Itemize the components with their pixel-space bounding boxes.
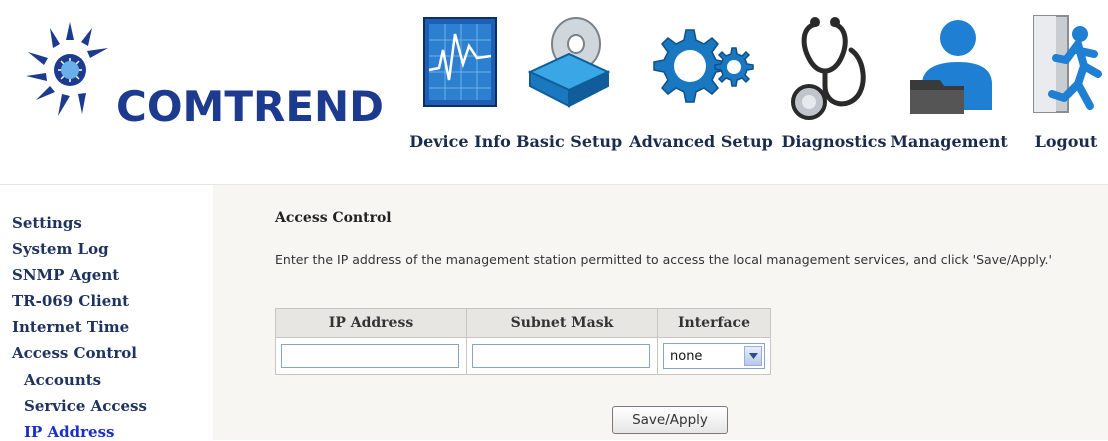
sidebar-item-accounts[interactable]: Accounts [24, 371, 101, 389]
stethoscope-icon [789, 10, 879, 124]
sidebar-item-settings[interactable]: Settings [12, 214, 82, 232]
nav-management[interactable]: Management [890, 8, 1008, 158]
sidebar-item-ip-address[interactable]: IP Address [24, 423, 114, 441]
sidebar-item-internet-time[interactable]: Internet Time [12, 318, 129, 336]
chevron-down-icon [749, 353, 758, 359]
dropdown-button[interactable] [744, 346, 762, 366]
sidebar-item-snmp-agent[interactable]: SNMP Agent [12, 266, 119, 284]
nav-label-diagnostics: Diagnostics [781, 132, 887, 151]
interface-cell: none [657, 337, 771, 375]
table-row: none [275, 337, 771, 375]
comtrend-logo: COMTREND [22, 18, 385, 148]
logo-wordmark: COMTREND [116, 82, 385, 131]
nav-label-basic-setup: Basic Setup [516, 132, 623, 151]
exit-icon [1028, 10, 1104, 124]
header: COMTREND Device Info Basic Setup Advance… [0, 0, 1108, 185]
nav-device-info[interactable]: Device Info [406, 8, 514, 158]
mask-cell [466, 337, 658, 375]
nav-label-device-info: Device Info [409, 132, 511, 151]
subnet-mask-input[interactable] [472, 344, 650, 368]
save-apply-button[interactable]: Save/Apply [612, 406, 728, 434]
sidebar-item-tr069-client[interactable]: TR-069 Client [12, 292, 129, 310]
user-folder-icon [904, 10, 994, 124]
header-interface: Interface [657, 308, 771, 338]
chart-icon [423, 10, 497, 114]
nav-basic-setup[interactable]: Basic Setup [516, 8, 622, 158]
header-subnet-mask: Subnet Mask [466, 308, 658, 338]
gears-icon [646, 10, 756, 114]
nav-diagnostics[interactable]: Diagnostics [780, 8, 888, 158]
sidebar-item-access-control[interactable]: Access Control [12, 344, 137, 362]
header-ip-address: IP Address [275, 308, 467, 338]
nav-label-logout: Logout [1034, 132, 1098, 151]
page-title: Access Control [275, 210, 392, 226]
ip-access-table: IP Address Subnet Mask Interface none [275, 308, 771, 375]
table-header-row: IP Address Subnet Mask Interface [275, 308, 771, 338]
nav-advanced-setup[interactable]: Advanced Setup [627, 8, 775, 158]
sidebar: Settings System Log SNMP Agent TR-069 Cl… [0, 185, 213, 441]
ip-address-input[interactable] [281, 344, 459, 368]
nav-label-advanced-setup: Advanced Setup [629, 132, 773, 151]
page-description: Enter the IP address of the management s… [275, 252, 1052, 267]
interface-selected-value: none [670, 349, 703, 364]
sidebar-item-system-log[interactable]: System Log [12, 240, 109, 258]
interface-select[interactable]: none [663, 343, 765, 369]
main-content: Access Control Enter the IP address of t… [213, 185, 1108, 440]
sidebar-item-service-access[interactable]: Service Access [24, 397, 147, 415]
nav-logout[interactable]: Logout [1026, 8, 1106, 158]
nav-label-management: Management [890, 132, 1008, 151]
ip-cell [275, 337, 467, 375]
box-disc-icon [526, 10, 612, 114]
